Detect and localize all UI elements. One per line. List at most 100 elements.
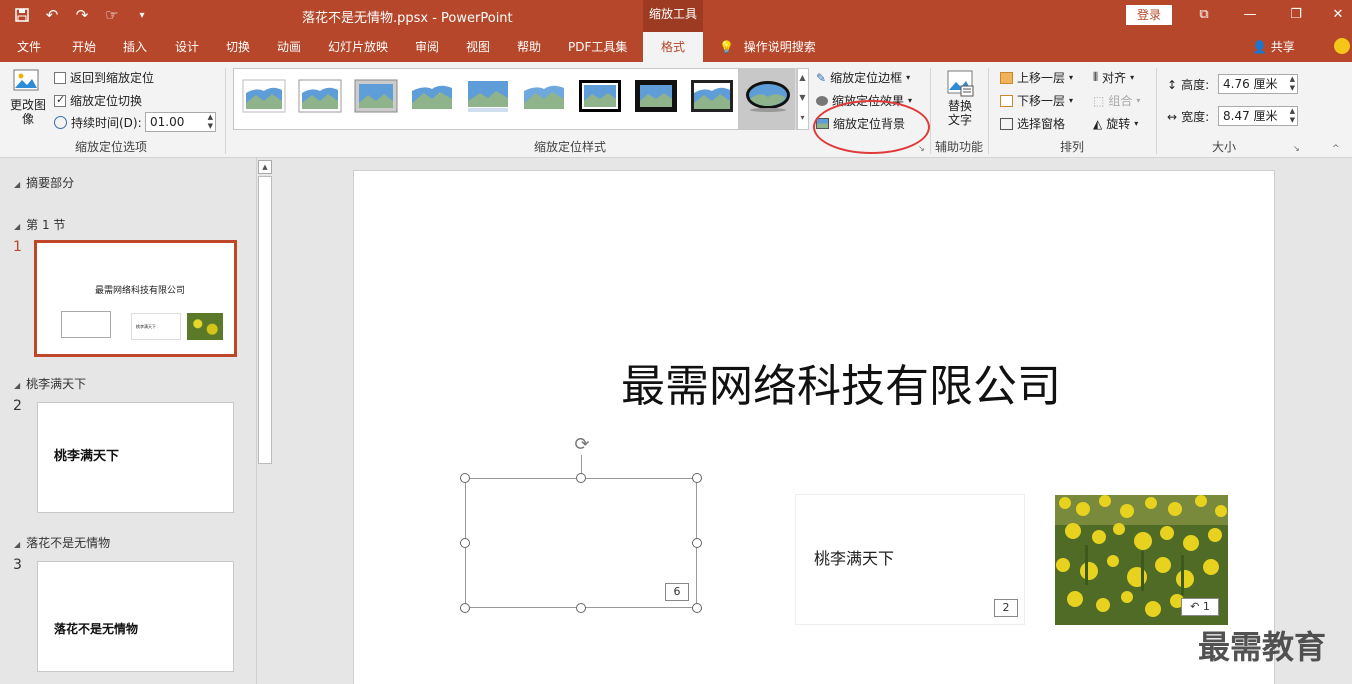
return-to-zoom-checkbox[interactable]: 返回到缩放定位 bbox=[54, 69, 154, 86]
style-thumb-2[interactable] bbox=[298, 79, 342, 113]
style-thumb-3[interactable] bbox=[354, 79, 398, 113]
style-thumb-6[interactable] bbox=[522, 79, 566, 113]
rotate-handle-icon[interactable]: ⟳ bbox=[571, 434, 593, 456]
tab-design[interactable]: 设计 bbox=[175, 32, 199, 62]
style-thumb-7[interactable] bbox=[578, 79, 622, 113]
group-label-zoom-styles: 缩放定位样式 bbox=[533, 140, 606, 154]
section-3[interactable]: ◢ 落花不是无情物 bbox=[14, 534, 110, 551]
alt-text-icon bbox=[947, 70, 974, 97]
thumb1-title: 最需网络科技有限公司 bbox=[95, 286, 186, 296]
tell-me-search[interactable]: 💡 操作说明搜索 bbox=[719, 32, 816, 62]
redo-icon[interactable]: ↷ bbox=[70, 4, 94, 26]
styles-dialog-launcher-icon[interactable]: ↘ bbox=[918, 144, 925, 153]
zoom-slide-number-badge: 6 bbox=[665, 583, 689, 601]
slide-thumbnail-2[interactable]: 桃李满天下 bbox=[37, 402, 234, 513]
style-thumb-9[interactable] bbox=[690, 79, 734, 113]
collapse-triangle-icon[interactable]: ◢ bbox=[14, 381, 20, 390]
bring-forward-button[interactable]: 上移一层 ▾ bbox=[1000, 69, 1073, 86]
scroll-thumb[interactable] bbox=[258, 176, 272, 464]
share-button[interactable]: 👤 共享 bbox=[1252, 32, 1295, 62]
collapse-triangle-icon[interactable]: ◢ bbox=[14, 180, 20, 189]
resize-handle-tr[interactable] bbox=[692, 473, 702, 483]
resize-handle-br[interactable] bbox=[692, 603, 702, 613]
save-icon[interactable] bbox=[10, 4, 34, 26]
tab-review[interactable]: 审阅 bbox=[415, 32, 439, 62]
gallery-scroll[interactable]: ▲ ▼ ▾ bbox=[795, 68, 809, 130]
spin-arrows-icon[interactable]: ▲ ▼ bbox=[1290, 75, 1295, 93]
resize-handle-r[interactable] bbox=[692, 538, 702, 548]
style-thumb-4[interactable] bbox=[410, 79, 454, 113]
context-tab-title: 缩放工具 bbox=[643, 0, 703, 32]
zoom-transition-checkbox[interactable]: 缩放定位切换 bbox=[54, 92, 142, 109]
align-button[interactable]: ⫴ 对齐 ▾ bbox=[1093, 69, 1134, 86]
selection-pane-button[interactable]: 选择窗格 bbox=[1000, 115, 1065, 132]
tab-pdf-tools[interactable]: PDF工具集 bbox=[568, 32, 627, 62]
section-summary[interactable]: ◢ 摘要部分 bbox=[14, 174, 74, 191]
lightbulb-icon: 💡 bbox=[719, 40, 734, 54]
resize-handle-b[interactable] bbox=[576, 603, 586, 613]
minimize-icon[interactable]: — bbox=[1230, 4, 1270, 26]
spin-arrows-icon[interactable]: ▲ ▼ bbox=[208, 113, 213, 131]
tab-home[interactable]: 开始 bbox=[72, 32, 96, 62]
gallery-down-icon[interactable]: ▼ bbox=[796, 88, 809, 108]
ribbon-display-icon[interactable]: ⧉ bbox=[1184, 4, 1224, 26]
collapse-triangle-icon[interactable]: ◢ bbox=[14, 222, 20, 231]
rotate-button[interactable]: ◭ 旋转 ▾ bbox=[1093, 115, 1138, 132]
slide-title[interactable]: 最需网络科技有限公司 bbox=[621, 350, 1061, 414]
tab-help[interactable]: 帮助 bbox=[517, 32, 541, 62]
width-value: 8.47 厘米 bbox=[1223, 109, 1278, 123]
slide-thumbnail-1[interactable]: 最需网络科技有限公司 桃李满天下 bbox=[34, 240, 237, 357]
duration-input[interactable]: 01.00 ▲ ▼ bbox=[145, 112, 216, 132]
tab-format[interactable]: 格式 bbox=[643, 32, 703, 62]
resize-handle-tl[interactable] bbox=[460, 473, 470, 483]
section-2[interactable]: ◢ 桃李满天下 bbox=[14, 375, 86, 392]
send-backward-button[interactable]: 下移一层 ▾ bbox=[1000, 92, 1073, 109]
zoom-card-text: 桃李满天下 bbox=[814, 549, 895, 568]
zoom-border-label: 缩放定位边框 bbox=[830, 71, 903, 85]
tab-slideshow[interactable]: 幻灯片放映 bbox=[328, 32, 388, 62]
slide-thumbnail-3[interactable]: 落花不是无情物 bbox=[37, 561, 234, 672]
gallery-more-icon[interactable]: ▾ bbox=[796, 108, 809, 128]
tab-transitions[interactable]: 切换 bbox=[226, 32, 250, 62]
change-image-icon bbox=[13, 69, 39, 91]
tab-insert[interactable]: 插入 bbox=[123, 32, 147, 62]
group-button[interactable]: ⬚ 组合 ▾ bbox=[1093, 92, 1140, 109]
collapse-ribbon-icon[interactable]: ^ bbox=[1332, 144, 1340, 154]
change-image-button[interactable]: 更改图像 bbox=[10, 68, 46, 126]
height-input[interactable]: 4.76 厘米 ▲ ▼ bbox=[1218, 74, 1298, 94]
tab-view[interactable]: 视图 bbox=[466, 32, 490, 62]
duration-label-row: 持续时间(D): bbox=[54, 114, 142, 131]
selected-zoom-object[interactable] bbox=[465, 478, 697, 608]
style-thumb-5[interactable] bbox=[466, 79, 510, 113]
align-label: 对齐 bbox=[1102, 71, 1127, 85]
section-zoom-card[interactable]: 桃李满天下 bbox=[795, 494, 1025, 625]
section-1[interactable]: ◢ 第 1 节 bbox=[14, 216, 65, 233]
resize-handle-bl[interactable] bbox=[460, 603, 470, 613]
style-thumb-8[interactable] bbox=[634, 79, 678, 113]
zoom-border-button[interactable]: ✎ 缩放定位边框 ▾ bbox=[816, 69, 910, 86]
scroll-up-icon[interactable]: ▲ bbox=[258, 160, 272, 174]
feedback-smiley-icon[interactable] bbox=[1334, 38, 1350, 54]
spin-arrows-icon[interactable]: ▲ ▼ bbox=[1290, 107, 1295, 125]
tab-animations[interactable]: 动画 bbox=[277, 32, 301, 62]
thumb1-photo bbox=[187, 313, 223, 340]
close-icon[interactable]: ✕ bbox=[1318, 4, 1352, 26]
thumbnail-scrollbar[interactable]: ▲ bbox=[256, 158, 272, 684]
gallery-up-icon[interactable]: ▲ bbox=[796, 68, 809, 88]
style-thumb-10-oval[interactable] bbox=[744, 79, 792, 113]
return-to-zoom-label: 返回到缩放定位 bbox=[70, 71, 155, 85]
size-dialog-launcher-icon[interactable]: ↘ bbox=[1293, 144, 1300, 153]
tab-file[interactable]: 文件 bbox=[17, 32, 41, 62]
restore-icon[interactable]: ❐ bbox=[1276, 4, 1316, 26]
alt-text-button[interactable]: 替换文字 bbox=[943, 68, 977, 127]
duration-label: 持续时间(D): bbox=[71, 116, 142, 130]
resize-handle-t[interactable] bbox=[576, 473, 586, 483]
login-button[interactable]: 登录 bbox=[1126, 5, 1172, 25]
customize-qat-icon[interactable]: ▾ bbox=[130, 4, 154, 26]
width-input[interactable]: 8.47 厘米 ▲ ▼ bbox=[1218, 106, 1298, 126]
undo-icon[interactable]: ↶ bbox=[40, 4, 64, 26]
collapse-triangle-icon[interactable]: ◢ bbox=[14, 540, 20, 549]
style-thumb-1[interactable] bbox=[242, 79, 286, 113]
resize-handle-l[interactable] bbox=[460, 538, 470, 548]
touch-mode-icon[interactable]: ☞ bbox=[100, 4, 124, 26]
